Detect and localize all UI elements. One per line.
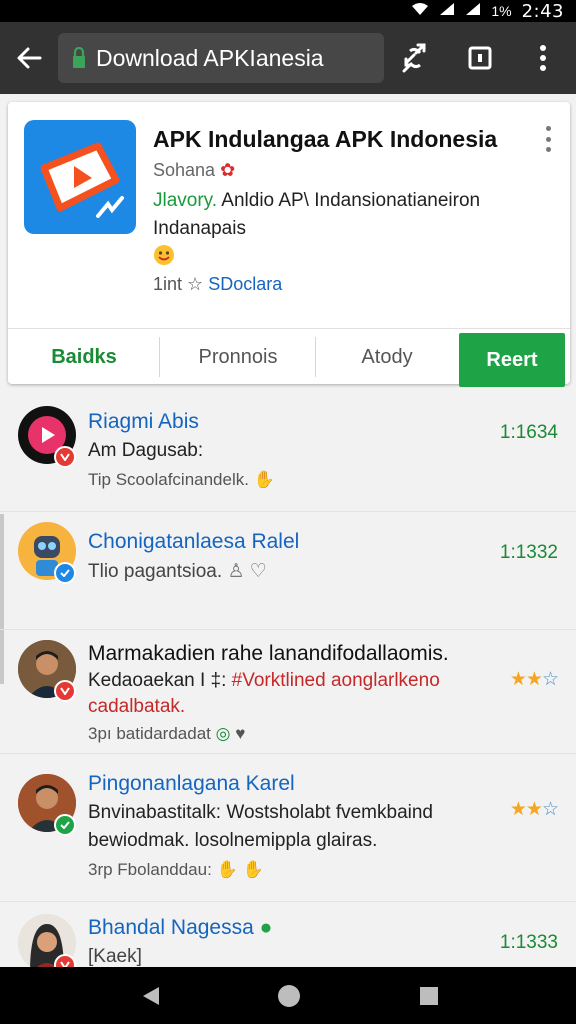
list-item[interactable]: Bhandal Nagessa ● [Kaek] 1:1333	[0, 902, 576, 967]
status-bar: 1% 2:43	[0, 0, 576, 22]
badge-icon	[54, 680, 76, 702]
flower-icon: ✿	[220, 160, 236, 180]
review-text: Bnvinabastitalk: Wostsholabt fvemkbaind	[88, 802, 433, 823]
browser-toolbar: Download APKIanesia	[0, 22, 576, 94]
nav-home-icon[interactable]	[244, 967, 334, 1024]
signal-icon	[439, 1, 455, 21]
thumbs-icon: ♙	[227, 561, 245, 582]
app-card: APK Indulangaa APK Indonesia Sohana ✿ Jl…	[8, 102, 570, 387]
web-page: APK Indulangaa APK Indonesia Sohana ✿ Jl…	[0, 94, 576, 967]
thumbs-up-icon: ✋	[216, 860, 238, 879]
review-meta: Tip Scoolafcinandelk. ✋	[88, 470, 275, 489]
battery-level: 1%	[491, 3, 512, 19]
review-text-line2: bewiodmak. losolnemippla glairas.	[88, 830, 378, 851]
list-item[interactable]: Pingonanlagana Karel Bnvinabastitalk: Wo…	[0, 754, 576, 902]
list-item[interactable]: Chonigatanlaesa Ralel Tlio pagantsioa. ♙…	[0, 512, 576, 630]
action-button-1[interactable]: Baidks	[8, 329, 160, 385]
primary-action-button[interactable]: Reert	[459, 333, 565, 387]
clock: 2:43	[521, 0, 564, 22]
sync-icon[interactable]	[397, 40, 433, 76]
meta-link[interactable]: SDoclara	[208, 274, 282, 294]
nav-back-icon[interactable]	[106, 967, 196, 1024]
thumbs-up-icon: ✋	[242, 860, 264, 879]
star-rating: ★★☆	[509, 669, 559, 690]
review-text: Am Dagusab:	[88, 440, 204, 461]
back-arrow-icon[interactable]	[0, 22, 58, 94]
signal-icon	[465, 1, 481, 21]
review-text: Kedaoaekan I ‡: #Vorktlined aonglarlkeno	[88, 670, 440, 691]
app-icon[interactable]	[24, 120, 136, 234]
app-developer: Sohana ✿	[153, 160, 236, 180]
url-bar[interactable]: Download APKIanesia	[58, 33, 384, 83]
list-item[interactable]: Marmakadien rahe lanandifodallaomis. Ked…	[0, 630, 576, 754]
more-vert-icon[interactable]	[538, 124, 558, 154]
tab-square-icon[interactable]	[462, 40, 498, 76]
card-actions: Baidks Pronnois Atody Reert	[8, 328, 570, 387]
app-description-line2: Indanapais	[153, 218, 246, 239]
badge-icon	[54, 562, 76, 584]
reviewer-name[interactable]: Marmakadien rahe lanandifodallaomis.	[88, 642, 449, 666]
action-button-3[interactable]: Atody	[316, 329, 458, 385]
reply-icon: ◎	[215, 724, 231, 743]
star-rating: ★★☆	[509, 799, 559, 820]
list-item[interactable]: Riagmi Abis Am Dagusab: Tip Scoolafcinan…	[0, 394, 576, 512]
action-button-2[interactable]: Pronnois	[160, 329, 316, 385]
review-text: [Kaek]	[88, 946, 142, 967]
review-count: 1:1333	[499, 932, 558, 953]
review-meta: 3rp Fbolanddau: ✋ ✋	[88, 860, 264, 879]
badge-icon	[54, 814, 76, 836]
badge-icon	[54, 446, 76, 468]
reviewer-name[interactable]: Riagmi Abis	[88, 410, 199, 434]
review-count: 1:1634	[499, 422, 558, 443]
wifi-icon	[411, 1, 429, 21]
reviewer-name[interactable]: Bhandal Nagessa ●	[88, 916, 272, 940]
verified-icon: ●	[259, 916, 273, 939]
reviewer-name[interactable]: Pingonanlagana Karel	[88, 772, 295, 796]
nav-recents-icon[interactable]	[384, 967, 474, 1024]
more-vert-icon[interactable]	[525, 40, 561, 76]
review-count: 1:1332	[499, 542, 558, 563]
review-text: Tlio pagantsioa. ♙ ♡	[88, 561, 267, 582]
lock-icon	[72, 46, 86, 69]
thumbs-up-icon: ✋	[253, 470, 275, 489]
url-text: Download APKIanesia	[96, 44, 324, 71]
app-meta: 1int ☆ SDoclara	[153, 274, 283, 294]
heart-icon: ♥	[235, 724, 246, 743]
heart-icon: ♡	[249, 561, 267, 582]
app-description: Jlavory. Anldio AP\ Indansionatianeiron	[153, 190, 481, 211]
review-meta: 3pı batidardadat ◎ ♥	[88, 724, 246, 743]
reviewer-name[interactable]: Chonigatanlaesa Ralel	[88, 530, 299, 554]
emoji-icon	[153, 244, 175, 272]
app-title: APK Indulangaa APK Indonesia	[153, 126, 498, 152]
review-text-line2: cadalbatak.	[88, 696, 186, 717]
system-nav-bar	[0, 967, 576, 1024]
